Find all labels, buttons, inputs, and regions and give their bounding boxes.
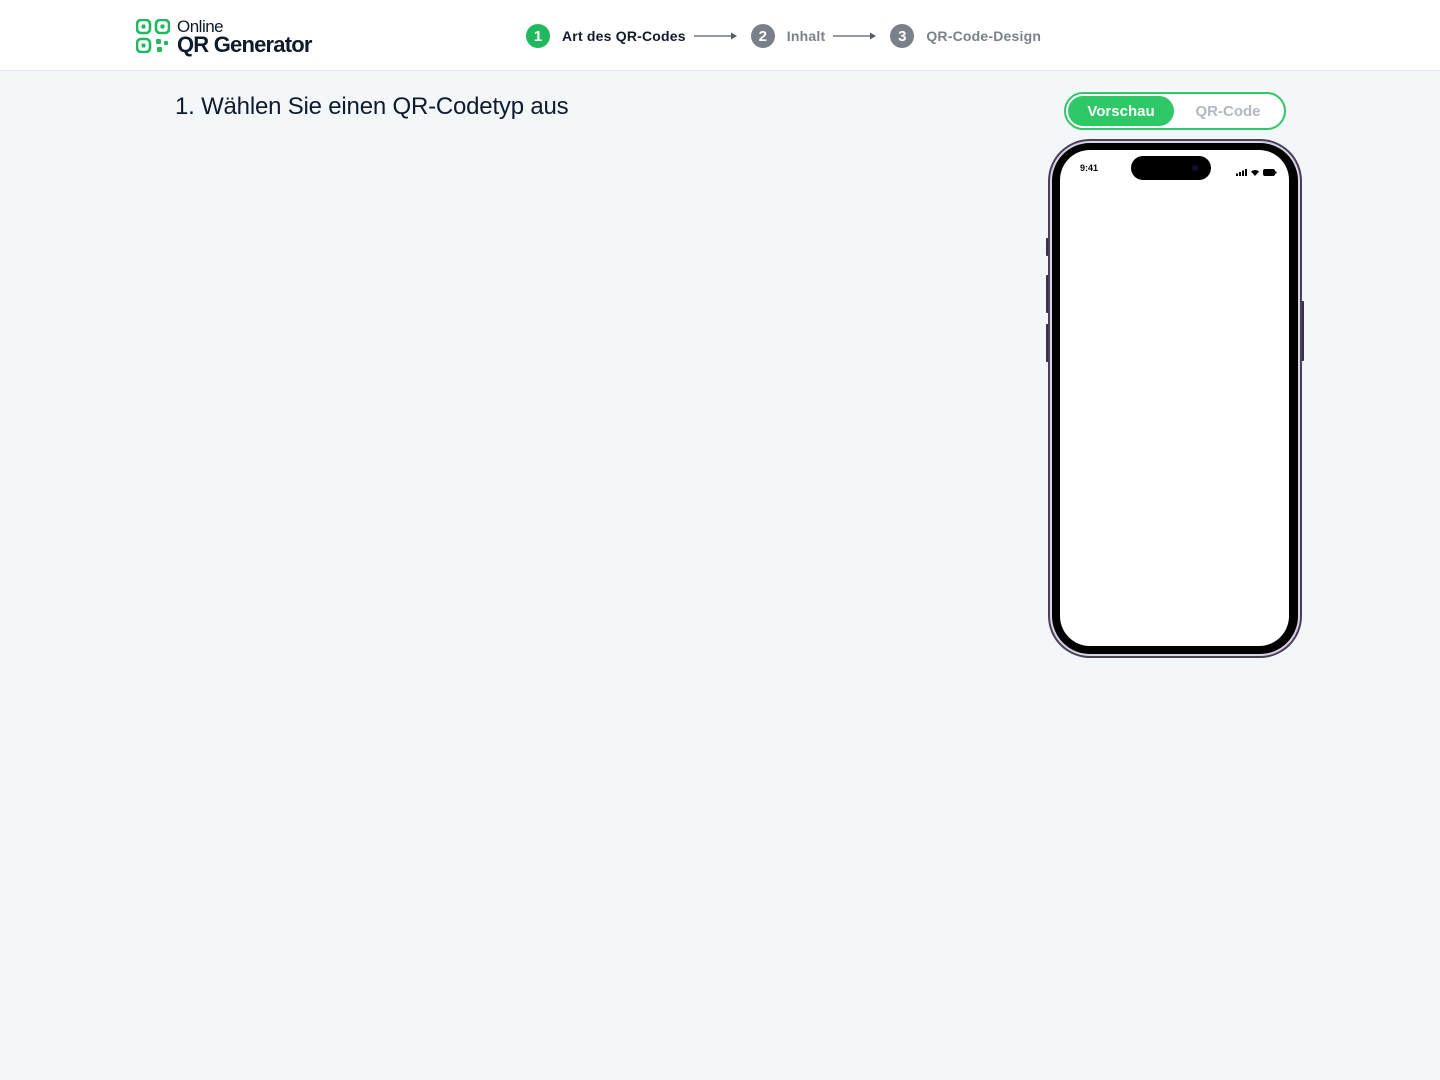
step-1[interactable]: 1 Art des QR-Codes: [526, 24, 686, 48]
preview-toggle: Vorschau QR-Code: [1064, 92, 1286, 130]
arrow-right-icon: [693, 31, 738, 41]
cellular-signal-icon: [1236, 163, 1247, 181]
status-time: 9:41: [1080, 163, 1099, 173]
status-icons: [1236, 163, 1277, 181]
site-logo[interactable]: Online QR Generator: [135, 18, 312, 57]
preview-toggle-button[interactable]: Vorschau: [1068, 96, 1174, 126]
step-1-label: Art des QR-Codes: [562, 28, 686, 44]
step-3[interactable]: 3 QR-Code-Design: [890, 24, 1041, 48]
qrcode-toggle-button[interactable]: QR-Code: [1174, 96, 1282, 126]
step-3-label: QR-Code-Design: [926, 28, 1042, 44]
qr-logo-icon: [135, 18, 171, 54]
wifi-icon: [1250, 163, 1260, 181]
step-2-label: Inhalt: [786, 28, 826, 44]
phone-preview: 9:41: [1046, 138, 1304, 659]
arrow-right-icon: [833, 31, 877, 41]
page-title: 1. Wählen Sie einen QR-Codetyp aus: [175, 93, 569, 120]
step-2-number: 2: [750, 24, 775, 48]
step-3-number: 3: [890, 24, 915, 48]
step-progress: 1 Art des QR-Codes 2 Inhalt 3 QR-Code-De…: [526, 23, 1041, 49]
phone-screen: 9:41: [1060, 150, 1289, 646]
top-navigation-bar: Online QR Generator 1 Art des QR-Codes 2…: [0, 0, 1440, 71]
dynamic-island: [1131, 156, 1211, 180]
logo-text-qr-generator: QR Generator: [177, 32, 312, 57]
step-1-number: 1: [526, 24, 550, 48]
battery-icon: [1263, 163, 1277, 181]
step-2[interactable]: 2 Inhalt: [750, 24, 826, 48]
